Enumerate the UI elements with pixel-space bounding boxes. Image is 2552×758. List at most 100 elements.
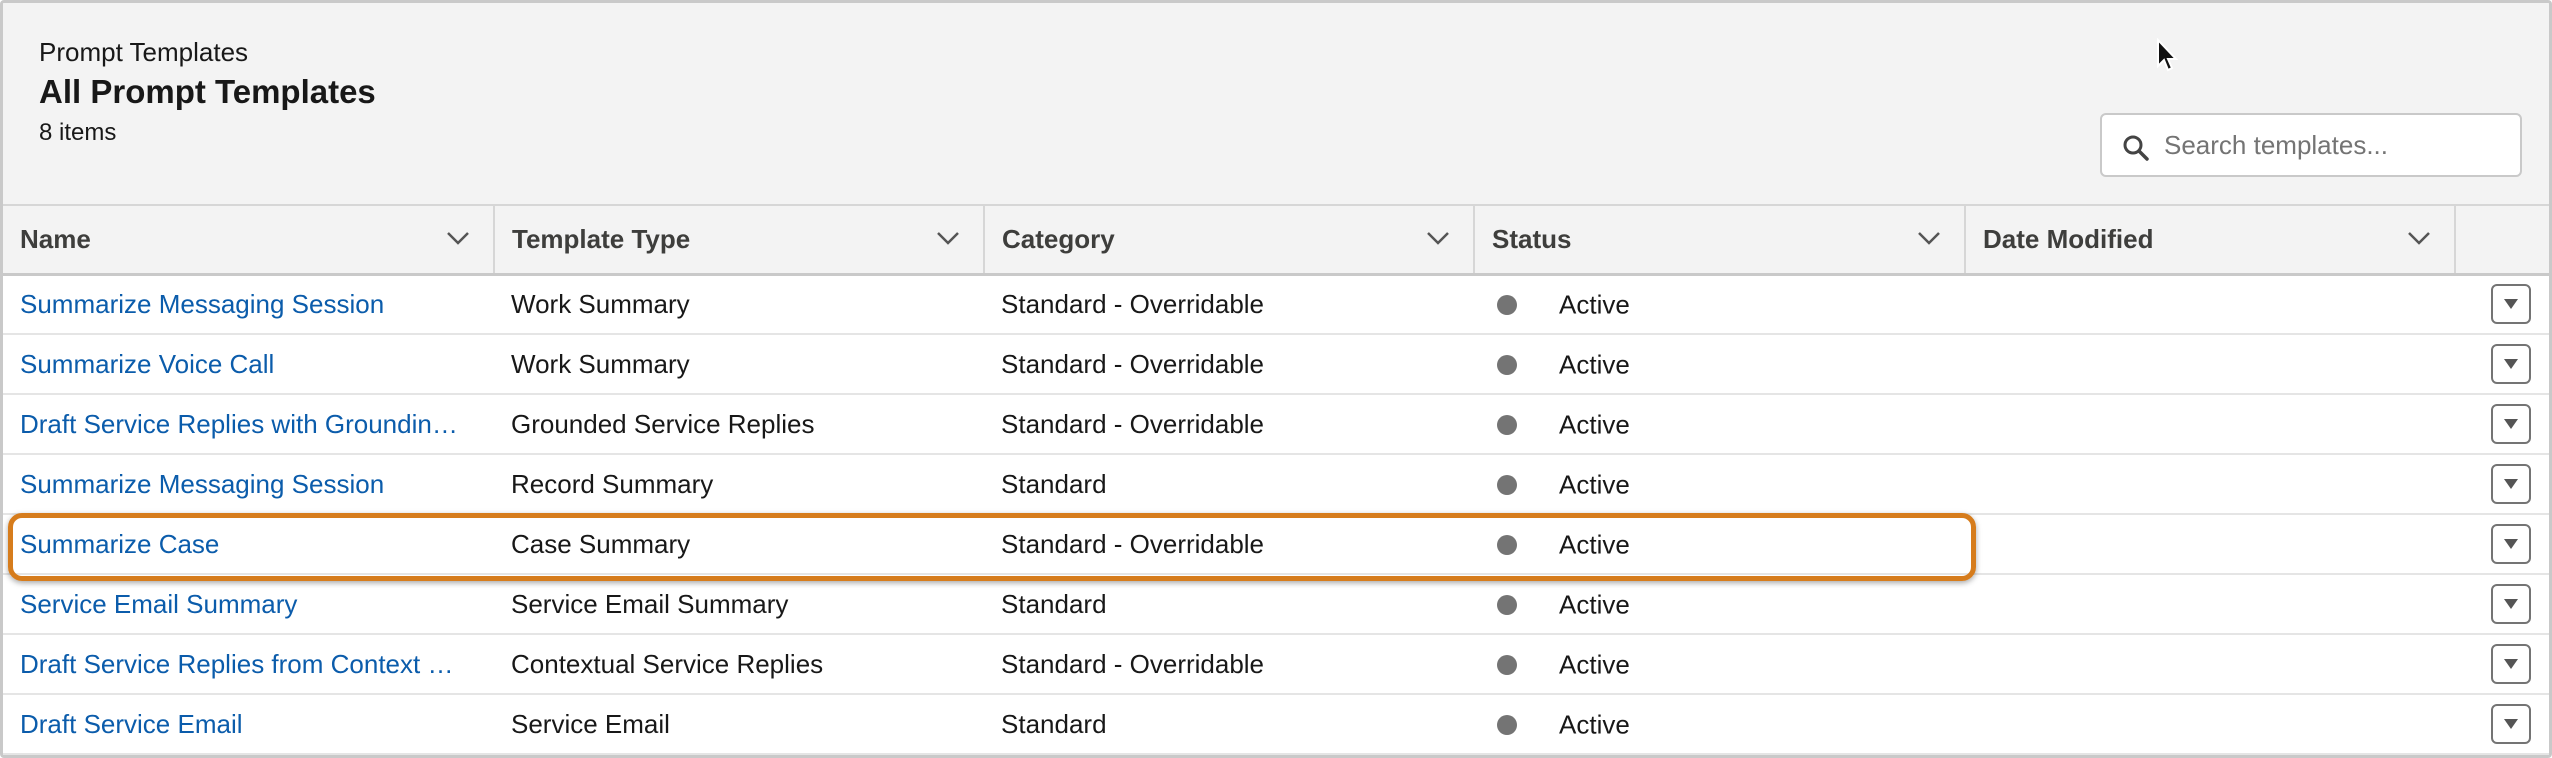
- cell-status: Active: [1474, 454, 1965, 515]
- cell-date-modified: [1965, 274, 2455, 335]
- row-actions-button[interactable]: [2491, 584, 2531, 624]
- cell-name: Service Email Summary: [3, 574, 494, 635]
- row-actions-button[interactable]: [2491, 344, 2531, 384]
- template-link[interactable]: Summarize Messaging Session: [20, 289, 384, 319]
- templates-table: Name Template Type Category Status Date …: [3, 206, 2549, 755]
- list-view-title[interactable]: All Prompt Templates: [39, 73, 376, 111]
- cell-template-type: Work Summary: [494, 334, 984, 395]
- cell-category: Standard - Overridable: [984, 334, 1474, 395]
- row-actions-button[interactable]: [2491, 284, 2531, 325]
- cell-name: Draft Service Replies from Context …: [3, 634, 494, 695]
- cell-status: Active: [1474, 514, 1965, 575]
- template-link[interactable]: Draft Service Replies from Context …: [20, 649, 453, 679]
- cell-status: Active: [1474, 274, 1965, 335]
- cell-name: Summarize Voice Call: [3, 334, 494, 395]
- caret-down-icon: [2504, 359, 2518, 369]
- cell-category: Standard - Overridable: [984, 274, 1474, 335]
- cell-category: Standard: [984, 694, 1474, 755]
- column-header-label: Status: [1492, 223, 1572, 254]
- cell-date-modified: [1965, 574, 2455, 635]
- cell-status: Active: [1474, 694, 1965, 755]
- column-header-label: Name: [20, 223, 91, 254]
- cell-actions: [2455, 394, 2549, 455]
- template-link[interactable]: Draft Service Replies with Groundin…: [20, 409, 458, 439]
- prompt-templates-list-view: Prompt Templates All Prompt Templates 8 …: [0, 0, 2552, 758]
- cell-name: Draft Service Replies with Groundin…: [3, 394, 494, 455]
- chevron-down-icon[interactable]: [2406, 229, 2432, 247]
- template-link[interactable]: Summarize Case: [20, 529, 219, 559]
- cell-name: Summarize Messaging Session: [3, 454, 494, 515]
- caret-down-icon: [2504, 599, 2518, 609]
- cell-actions: [2455, 454, 2549, 515]
- cell-actions: [2455, 274, 2549, 335]
- cell-date-modified: [1965, 454, 2455, 515]
- cell-status: Active: [1474, 334, 1965, 395]
- search-box[interactable]: [2100, 113, 2522, 177]
- caret-down-icon: [2504, 479, 2518, 489]
- object-label: Prompt Templates: [39, 37, 249, 67]
- cell-template-type: Work Summary: [494, 274, 984, 335]
- search-input[interactable]: [2164, 125, 2504, 165]
- row-actions-button[interactable]: [2491, 644, 2531, 684]
- cell-template-type: Grounded Service Replies: [494, 394, 984, 455]
- column-header-status[interactable]: Status: [1474, 206, 1966, 276]
- status-text: Active: [1559, 529, 1630, 560]
- status-dot-icon: [1497, 354, 1517, 375]
- table-header-row: Name Template Type Category Status Date …: [3, 206, 2549, 276]
- cell-name: Summarize Case: [3, 514, 494, 575]
- template-link[interactable]: Draft Service Email: [20, 709, 243, 739]
- caret-down-icon: [2504, 299, 2518, 310]
- cell-template-type: Case Summary: [494, 514, 984, 575]
- cell-actions: [2455, 574, 2549, 635]
- cell-status: Active: [1474, 394, 1965, 455]
- cell-date-modified: [1965, 634, 2455, 695]
- status-dot-icon: [1497, 295, 1517, 316]
- status-dot-icon: [1497, 594, 1517, 615]
- cell-actions: [2455, 694, 2549, 755]
- chevron-down-icon[interactable]: [935, 229, 961, 247]
- template-link[interactable]: Summarize Voice Call: [20, 349, 274, 379]
- column-header-date-modified[interactable]: Date Modified: [1965, 206, 2456, 276]
- status-text: Active: [1559, 349, 1630, 380]
- table-row: Summarize Messaging Session Work Summary…: [3, 274, 2549, 335]
- cell-actions: [2455, 634, 2549, 695]
- template-link[interactable]: Service Email Summary: [20, 589, 297, 619]
- status-text: Active: [1559, 649, 1630, 680]
- chevron-down-icon[interactable]: [1425, 229, 1451, 247]
- cell-template-type: Service Email Summary: [494, 574, 984, 635]
- caret-down-icon: [2504, 659, 2518, 669]
- table-row: Summarize Voice Call Work Summary Standa…: [3, 334, 2549, 395]
- column-header-category[interactable]: Category: [984, 206, 1475, 276]
- status-dot-icon: [1497, 714, 1517, 735]
- column-header-actions: [2455, 206, 2549, 276]
- cell-date-modified: [1965, 514, 2455, 575]
- caret-down-icon: [2504, 539, 2518, 549]
- row-actions-button[interactable]: [2491, 704, 2531, 744]
- row-actions-button[interactable]: [2491, 404, 2531, 444]
- column-header-template-type[interactable]: Template Type: [494, 206, 985, 276]
- cell-actions: [2455, 514, 2549, 575]
- chevron-down-icon[interactable]: [1916, 229, 1942, 247]
- list-header: Prompt Templates All Prompt Templates 8 …: [3, 3, 2549, 206]
- status-text: Active: [1559, 589, 1630, 620]
- template-link[interactable]: Summarize Messaging Session: [20, 469, 384, 499]
- column-header-name[interactable]: Name: [3, 206, 495, 276]
- status-text: Active: [1559, 469, 1630, 500]
- status-dot-icon: [1497, 654, 1517, 675]
- column-header-label: Date Modified: [1983, 223, 2154, 254]
- cell-status: Active: [1474, 634, 1965, 695]
- status-text: Active: [1559, 289, 1630, 320]
- cell-template-type: Contextual Service Replies: [494, 634, 984, 695]
- cell-category: Standard - Overridable: [984, 394, 1474, 455]
- cell-date-modified: [1965, 334, 2455, 395]
- search-icon: [2123, 135, 2149, 161]
- table-row: Draft Service Replies with Groundin… Gro…: [3, 394, 2549, 455]
- mouse-pointer-icon: [2157, 38, 2178, 72]
- row-actions-button[interactable]: [2491, 524, 2531, 564]
- status-dot-icon: [1497, 414, 1517, 435]
- status-text: Active: [1559, 409, 1630, 440]
- cell-category: Standard - Overridable: [984, 634, 1474, 695]
- cell-category: Standard - Overridable: [984, 514, 1474, 575]
- row-actions-button[interactable]: [2491, 464, 2531, 504]
- chevron-down-icon[interactable]: [445, 229, 471, 247]
